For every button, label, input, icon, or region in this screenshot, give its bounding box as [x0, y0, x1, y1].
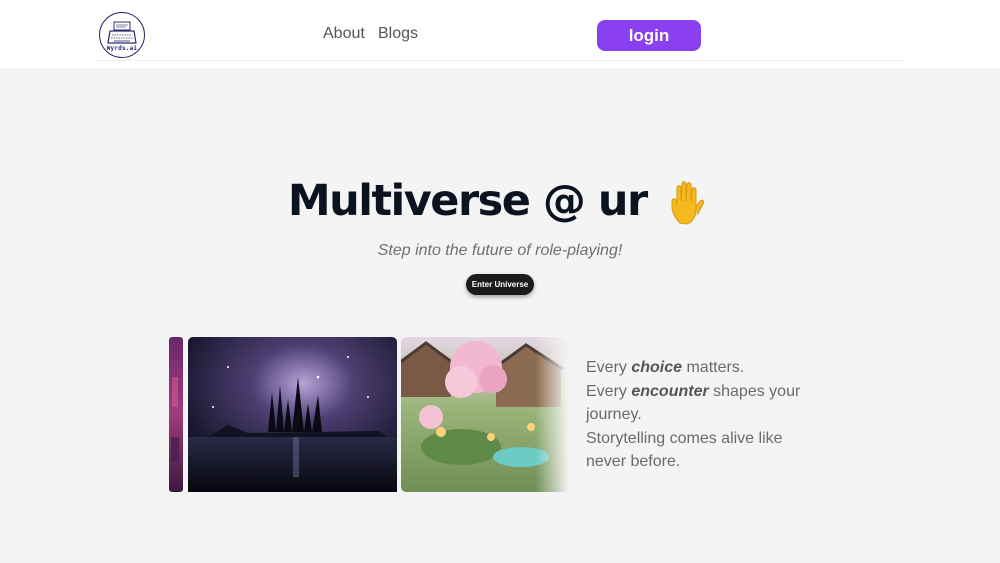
hero-title: Multiverse @ ur: [0, 176, 1000, 229]
logo-text: Wyrds.ai: [106, 45, 138, 52]
blurb-line-choice: Every choice matters.: [586, 356, 826, 380]
feature-blurb: Every choice matters. Every encounter sh…: [586, 356, 826, 474]
blurb-text: Every: [586, 359, 632, 376]
dark-cosmic-castle-image: [188, 337, 397, 492]
blurb-text: Every: [586, 382, 632, 400]
typewriter-icon: [107, 21, 137, 44]
enter-universe-button[interactable]: Enter Universe: [466, 274, 534, 295]
hero-title-text: Multiverse @ ur: [287, 176, 648, 226]
hero-subtitle: Step into the future of role-playing!: [377, 242, 623, 259]
blurb-emphasis-encounter: encounter: [631, 382, 709, 400]
nav-blogs-link[interactable]: Blogs: [378, 25, 418, 43]
header-divider: [95, 60, 905, 61]
login-button[interactable]: login: [597, 20, 701, 51]
raised-hand-icon: [671, 180, 705, 225]
blurb-text: matters.: [682, 359, 745, 376]
logo[interactable]: Wyrds.ai: [99, 12, 145, 58]
blurb-line-storytelling: Storytelling comes alive like never befo…: [586, 429, 783, 471]
image-gallery: [169, 337, 569, 492]
nav-about-link[interactable]: About: [323, 25, 365, 43]
purple-fantasy-image: [169, 337, 183, 492]
cherry-blossom-village-image: [401, 337, 569, 492]
blurb-line-encounter: Every encounter shapes your journey.: [586, 380, 826, 427]
site-header: Wyrds.ai About Blogs login: [0, 0, 1000, 68]
blurb-emphasis-choice: choice: [631, 359, 683, 376]
